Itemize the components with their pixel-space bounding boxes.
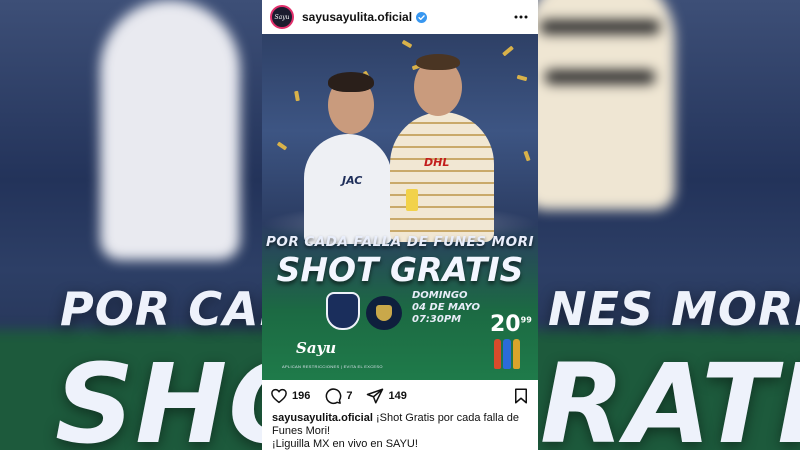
bottle-icon [512, 339, 520, 369]
poster-headline-line2: SHOT GRATIS [276, 250, 524, 289]
bookmark-icon [515, 388, 527, 404]
player-left-jersey [304, 134, 392, 244]
player-right-sponsor: DHL [424, 156, 450, 169]
player-left-hair [328, 72, 374, 92]
instagram-post-card: Sayu sayusayulita.oficial JAC DHL POR CA… [262, 0, 538, 450]
pumas-crest-icon [366, 296, 402, 330]
price-tag: 2099 [490, 312, 532, 337]
poster-disclaimer: APLICAN RESTRICCIONES | EVITA EL EXCESO [282, 364, 383, 369]
monterrey-crest-icon [326, 292, 360, 330]
bg-stripe-right-2 [545, 70, 655, 84]
caption-line-2: ¡Liguilla MX en vivo en SAYU! [272, 438, 418, 450]
confetti-piece [516, 74, 528, 82]
heart-icon [271, 388, 287, 404]
like-button[interactable]: 196 [270, 387, 310, 405]
shot-glass [406, 189, 418, 211]
bg-word-right: NES MORI [548, 282, 800, 336]
more-options-button[interactable] [512, 8, 530, 26]
confetti-piece [276, 141, 288, 151]
share-button[interactable]: 149 [366, 387, 407, 405]
post-actions-bar: 196 7 149 [262, 384, 538, 408]
match-date-block: DOMINGO 04 DE MAYO 07:30PM [412, 290, 480, 326]
post-image[interactable]: JAC DHL POR CADA FALLA DE FUNES MORI SHO… [262, 34, 538, 380]
player-left-sponsor: JAC [342, 174, 363, 187]
match-day: DOMINGO [412, 290, 468, 301]
verified-badge-icon [416, 11, 428, 23]
caption-username[interactable]: sayusayulita.oficial [272, 412, 373, 424]
post-username[interactable]: sayusayulita.oficial [302, 10, 412, 24]
confetti-piece [401, 39, 413, 49]
send-icon [367, 388, 384, 404]
profile-avatar[interactable]: Sayu [270, 5, 294, 29]
pumas-crest-inner [376, 305, 392, 321]
bg-stripe-right [540, 20, 660, 34]
bg-player-left [100, 0, 240, 260]
avatar-logo-text: Sayu [274, 13, 290, 21]
post-header: Sayu sayusayulita.oficial [262, 0, 538, 34]
comment-icon [325, 388, 342, 405]
bg-word-bottom-right: RATIS [540, 340, 800, 450]
comment-button[interactable]: 7 [324, 387, 352, 405]
player-right-jersey [390, 112, 494, 242]
match-date: 04 DE MAYO [412, 302, 480, 313]
poster-headline-line1: POR CADA FALLA DE FUNES MORI [265, 234, 535, 250]
likes-count: 196 [292, 390, 311, 402]
bottles-graphic [494, 339, 520, 369]
post-caption: sayusayulita.oficial ¡Shot Gratis por ca… [272, 412, 530, 438]
match-time: 07:30PM [412, 314, 462, 325]
bottle-icon [503, 339, 511, 369]
confetti-piece [294, 90, 300, 102]
sayu-logo: Sayu [296, 339, 337, 357]
confetti-piece [502, 45, 514, 57]
shares-count: 149 [388, 390, 407, 402]
price-cents: 99 [520, 315, 532, 325]
player-right-hair [416, 54, 460, 70]
save-button[interactable] [512, 387, 530, 405]
price-value: 20 [490, 312, 521, 337]
comments-count: 7 [346, 390, 353, 402]
bottle-icon [494, 339, 502, 369]
confetti-piece [523, 150, 531, 162]
more-horizontal-icon [514, 15, 528, 19]
